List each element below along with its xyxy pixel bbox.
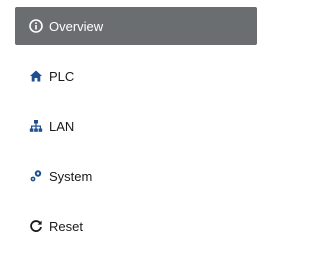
cogs-icon bbox=[29, 169, 43, 183]
nav-item-label: Reset bbox=[49, 218, 83, 234]
nav-item-label: PLC bbox=[49, 68, 75, 84]
home-icon bbox=[29, 69, 43, 83]
info-circle-icon bbox=[29, 19, 43, 33]
nav-item-overview[interactable]: Overview bbox=[15, 7, 257, 45]
nav-item-reset[interactable]: Reset bbox=[15, 207, 257, 245]
nav-item-label: LAN bbox=[49, 118, 75, 134]
sidebar-nav: Overview PLC LAN System Reset bbox=[0, 0, 257, 262]
nav-item-plc[interactable]: PLC bbox=[15, 57, 257, 95]
nav-item-label: Overview bbox=[49, 18, 104, 34]
network-icon bbox=[29, 119, 43, 133]
nav-item-label: System bbox=[49, 168, 93, 184]
nav-item-system[interactable]: System bbox=[15, 157, 257, 195]
refresh-icon bbox=[29, 219, 43, 233]
nav-item-lan[interactable]: LAN bbox=[15, 107, 257, 145]
